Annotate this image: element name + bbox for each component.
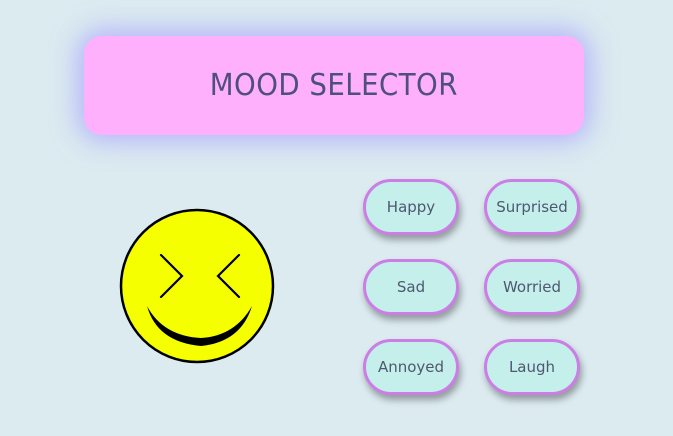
laughing-face-icon bbox=[119, 208, 275, 364]
annoyed-button[interactable]: Annoyed bbox=[363, 339, 459, 395]
sad-button[interactable]: Sad bbox=[363, 259, 459, 315]
laugh-button[interactable]: Laugh bbox=[484, 339, 580, 395]
happy-button[interactable]: Happy bbox=[363, 179, 459, 235]
worried-button[interactable]: Worried bbox=[484, 259, 580, 315]
surprised-button[interactable]: Surprised bbox=[484, 179, 580, 235]
emoji-face bbox=[119, 208, 275, 364]
page-title: MOOD SELECTOR bbox=[209, 68, 459, 103]
header-panel: MOOD SELECTOR bbox=[84, 36, 584, 135]
